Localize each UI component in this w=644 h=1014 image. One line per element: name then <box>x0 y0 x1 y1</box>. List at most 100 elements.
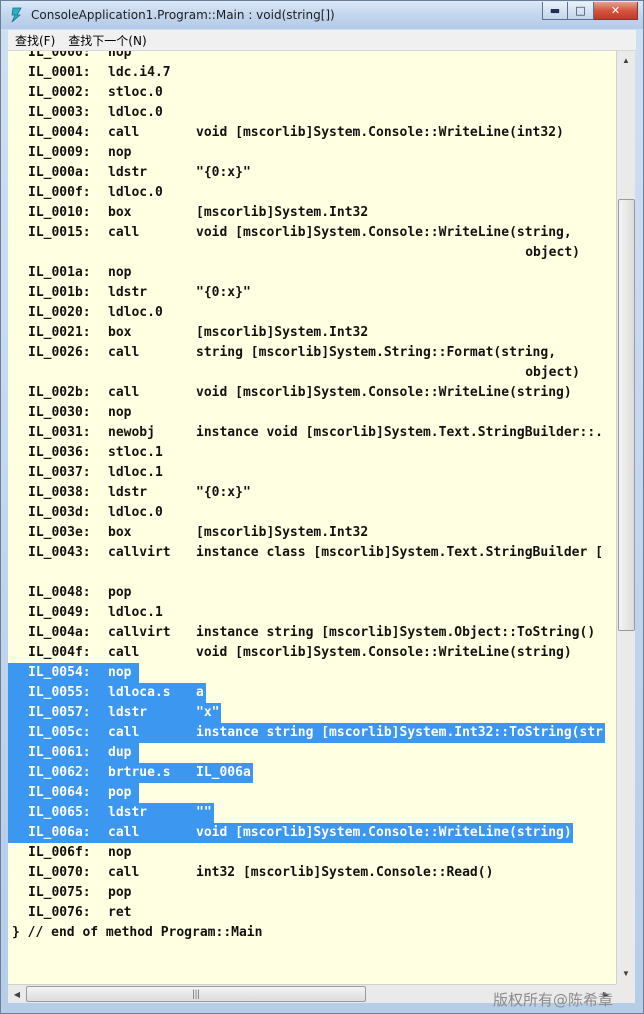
code-line[interactable]: IL_0049: ldloc.1 <box>8 603 616 623</box>
code-line[interactable]: object) <box>8 363 616 383</box>
il-offset-label: IL_001a: <box>28 265 91 280</box>
il-opcode: nop <box>108 405 132 420</box>
code-line-selected[interactable]: IL_0062: brtrue.s IL_006a <box>8 763 616 783</box>
il-opcode: nop <box>108 51 132 60</box>
code-line[interactable]: IL_003e: box [mscorlib]System.Int32 <box>8 523 616 543</box>
code-line[interactable]: IL_004a: callvirt instance string [mscorli… <box>8 623 616 643</box>
il-opcode: call <box>108 345 140 360</box>
scroll-up-icon[interactable]: ▲ <box>618 52 634 68</box>
code-line[interactable]: IL_003d: ldloc.0 <box>8 503 616 523</box>
il-offset-label: IL_0043: <box>28 545 91 560</box>
il-operand: string [mscorlib]System.String::Format(s… <box>196 345 557 360</box>
menu-bar: 查找(F) 查找下一个(N) <box>8 30 636 51</box>
il-operand: void [mscorlib]System.Console::WriteLine… <box>196 823 572 843</box>
code-line[interactable]: IL_0003: ldloc.0 <box>8 103 616 123</box>
il-opcode: call <box>108 823 140 843</box>
scroll-left-icon[interactable]: ◀ <box>9 986 25 1002</box>
watermark: 版权所有@陈希章 <box>493 991 614 1009</box>
il-operand: instance class [mscorlib]System.Text.Str… <box>196 545 603 560</box>
window-title: ConsoleApplication1.Program::Main : void… <box>31 8 335 22</box>
code-line[interactable]: IL_002b: call void [mscorlib]System.Consol… <box>8 383 616 403</box>
il-code-view[interactable]: IL_0000: nop IL_0001: ldc.i4.7 IL_0002: stloc… <box>8 51 616 984</box>
code-line[interactable]: IL_0037: ldloc.1 <box>8 463 616 483</box>
code-line-selected[interactable]: IL_0055: ldloca.s a <box>8 683 616 703</box>
code-line[interactable]: IL_0048: pop <box>8 583 616 603</box>
code-line-selected[interactable]: IL_0065: ldstr "" <box>8 803 616 823</box>
title-bar[interactable]: ConsoleApplication1.Program::Main : void… <box>1 1 643 29</box>
code-line[interactable]: IL_0020: ldloc.0 <box>8 303 616 323</box>
vertical-scroll-thumb[interactable] <box>618 199 635 631</box>
il-offset-label: IL_0031: <box>28 425 91 440</box>
il-offset-label: IL_0064: <box>28 783 91 803</box>
code-line[interactable]: object) <box>8 243 616 263</box>
minimize-button[interactable]: ▬ <box>542 2 568 20</box>
continuation-text: object) <box>525 365 580 380</box>
il-opcode: nop <box>108 145 132 160</box>
code-line[interactable]: } // end of method Program::Main <box>8 923 616 943</box>
il-operand: instance string [mscorlib]System.Int32::… <box>196 723 603 743</box>
scroll-down-icon[interactable]: ▼ <box>618 965 634 981</box>
code-line[interactable]: IL_0015: call void [mscorlib]System.Consol… <box>8 223 616 243</box>
close-button[interactable]: ✕ <box>594 2 638 20</box>
code-line-selected[interactable]: IL_005c: call instance string [mscorlib]Sy… <box>8 723 616 743</box>
code-line[interactable]: IL_0075: pop <box>8 883 616 903</box>
maximize-button[interactable]: □ <box>568 2 594 20</box>
code-line[interactable]: IL_0076: ret <box>8 903 616 923</box>
il-offset-label: IL_0009: <box>28 145 91 160</box>
code-line[interactable]: IL_0001: ldc.i4.7 <box>8 63 616 83</box>
code-line[interactable]: IL_0070: call int32 [mscorlib]System.Conso… <box>8 863 616 883</box>
code-line[interactable]: IL_0036: stloc.1 <box>8 443 616 463</box>
code-line[interactable]: IL_0038: ldstr "{0:x}" <box>8 483 616 503</box>
code-line[interactable]: IL_001b: ldstr "{0:x}" <box>8 283 616 303</box>
code-line[interactable]: IL_0000: nop <box>8 51 616 63</box>
code-line-selected[interactable]: IL_0061: dup <box>8 743 616 763</box>
code-line[interactable]: IL_0009: nop <box>8 143 616 163</box>
il-operand: void [mscorlib]System.Console::WriteLine… <box>196 385 572 400</box>
menu-find-next[interactable]: 查找下一个(N) <box>61 32 152 49</box>
il-offset-label: IL_0021: <box>28 325 91 340</box>
il-operand: void [mscorlib]System.Console::WriteLine… <box>196 645 572 660</box>
code-line[interactable]: IL_001a: nop <box>8 263 616 283</box>
code-line[interactable] <box>8 563 616 583</box>
il-offset-label: IL_0010: <box>28 205 91 220</box>
code-line[interactable]: IL_0002: stloc.0 <box>8 83 616 103</box>
il-operand: "{0:x}" <box>196 485 251 500</box>
il-opcode: ldstr <box>108 803 148 823</box>
il-opcode: ldloc.0 <box>108 105 163 120</box>
il-opcode: ldloc.1 <box>108 605 163 620</box>
il-offset-label: IL_0004: <box>28 125 91 140</box>
horizontal-scroll-thumb[interactable]: ||| <box>26 986 366 1002</box>
code-line[interactable]: IL_0031: newobj instance void [mscorlib]Sy… <box>8 423 616 443</box>
vertical-scrollbar[interactable]: ▲ ▼ <box>616 51 635 984</box>
code-line[interactable]: IL_0026: call string [mscorlib]System.Stri… <box>8 343 616 363</box>
il-offset-label: IL_005c: <box>28 723 91 743</box>
code-line[interactable]: IL_0021: box [mscorlib]System.Int32 <box>8 323 616 343</box>
code-line-selected[interactable]: IL_006a: call void [mscorlib]System.Consol… <box>8 823 616 843</box>
code-line-selected[interactable]: IL_0057: ldstr "x" <box>8 703 616 723</box>
code-line-selected[interactable]: IL_0054: nop <box>8 663 616 683</box>
il-opcode: ldstr <box>108 165 148 180</box>
resize-grip-icon[interactable] <box>616 984 635 1003</box>
code-line[interactable]: IL_000a: ldstr "{0:x}" <box>8 163 616 183</box>
il-opcode: dup <box>108 743 132 763</box>
menu-find[interactable]: 查找(F) <box>8 32 61 49</box>
code-line-selected[interactable]: IL_0064: pop <box>8 783 616 803</box>
il-offset-label: IL_000a: <box>28 165 91 180</box>
code-line[interactable]: IL_0030: nop <box>8 403 616 423</box>
il-offset-label: IL_0076: <box>28 905 91 920</box>
il-offset-label: IL_0048: <box>28 585 91 600</box>
il-offset-label: IL_0020: <box>28 305 91 320</box>
code-line[interactable]: IL_006f: nop <box>8 843 616 863</box>
il-opcode: call <box>108 225 140 240</box>
il-operand: a <box>196 683 204 703</box>
code-line[interactable]: IL_0043: callvirt instance class [mscorlib… <box>8 543 616 563</box>
code-line[interactable]: IL_004f: call void [mscorlib]System.Consol… <box>8 643 616 663</box>
code-line[interactable]: IL_0004: call void [mscorlib]System.Consol… <box>8 123 616 143</box>
il-opcode: ldloca.s <box>108 683 171 703</box>
il-opcode: ldloc.0 <box>108 185 163 200</box>
code-line[interactable]: IL_0010: box [mscorlib]System.Int32 <box>8 203 616 223</box>
code-line[interactable]: IL_000f: ldloc.0 <box>8 183 616 203</box>
il-offset-label: IL_0000: <box>28 51 91 60</box>
il-operand: [mscorlib]System.Int32 <box>196 325 369 340</box>
il-operand: void [mscorlib]System.Console::WriteLine… <box>196 125 564 140</box>
